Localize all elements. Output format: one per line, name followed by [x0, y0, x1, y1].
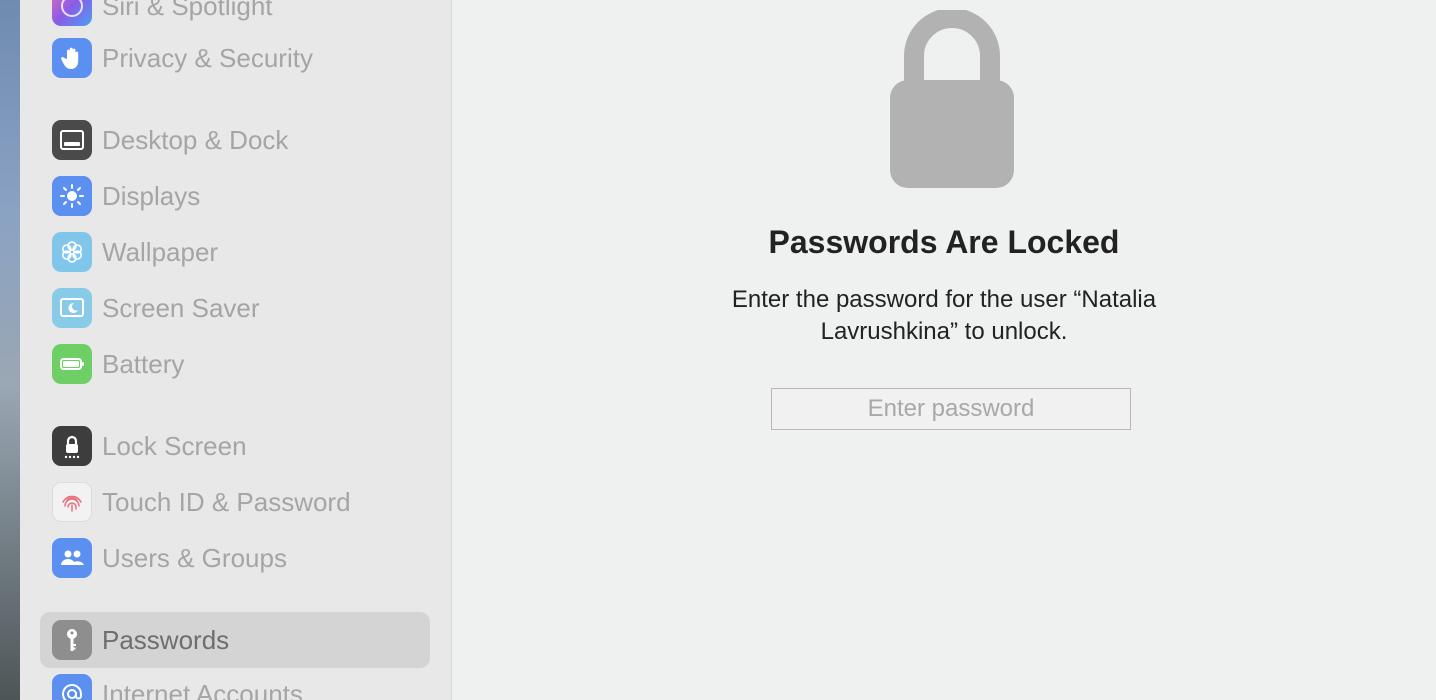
sidebar-item-label: Battery: [102, 348, 185, 379]
sidebar-item-screen-saver[interactable]: Screen Saver: [40, 280, 430, 336]
sidebar-item-touch-id-password[interactable]: Touch ID & Password: [40, 474, 430, 530]
sidebar-item-users-groups[interactable]: Users & Groups: [40, 530, 430, 586]
users-icon: [52, 538, 92, 578]
password-field[interactable]: [771, 388, 1131, 430]
sidebar-item-label: Wallpaper: [102, 236, 219, 267]
sidebar-item-internet-accounts[interactable]: Internet Accounts: [40, 666, 430, 700]
sidebar-item-label: Lock Screen: [102, 430, 247, 461]
sidebar-item-privacy-security[interactable]: Privacy & Security: [40, 30, 430, 86]
battery-icon: [52, 344, 92, 384]
sidebar-item-label: Users & Groups: [102, 542, 287, 573]
sidebar-item-battery[interactable]: Battery: [40, 336, 430, 392]
padlock-icon: [890, 10, 1014, 188]
fingerprint-icon: [52, 482, 92, 522]
sidebar-item-lock-screen[interactable]: Lock Screen: [40, 418, 430, 474]
dock-icon: [52, 120, 92, 160]
sidebar-item-passwords[interactable]: Passwords: [40, 612, 430, 668]
sidebar-item-wallpaper[interactable]: Wallpaper: [40, 224, 430, 280]
flower-icon: [52, 232, 92, 272]
sidebar-item-desktop-dock[interactable]: Desktop & Dock: [40, 112, 430, 168]
screensaver-icon: [52, 288, 92, 328]
page-title: Passwords Are Locked: [768, 224, 1120, 260]
sidebar-item-label: Privacy & Security: [102, 42, 313, 73]
sidebar-item-label: Passwords: [102, 624, 230, 655]
lock-icon: [52, 426, 92, 466]
sidebar-item-label: Siri & Spotlight: [102, 0, 273, 21]
at-icon: [52, 674, 92, 700]
key-icon: [52, 620, 92, 660]
sidebar-item-label: Displays: [102, 180, 201, 211]
hand-icon: [52, 38, 92, 78]
siri-icon: [52, 0, 92, 26]
sidebar-item-label: Desktop & Dock: [102, 124, 289, 155]
sidebar-item-label: Screen Saver: [102, 292, 260, 323]
desktop-background: [0, 0, 20, 700]
sidebar-item-siri-spotlight[interactable]: Siri & Spotlight: [40, 0, 430, 34]
sidebar-item-label: Internet Accounts: [102, 678, 303, 700]
unlock-instructions: Enter the password for the user “Natalia…: [731, 286, 1157, 345]
sidebar-item-displays[interactable]: Displays: [40, 168, 430, 224]
sidebar-item-label: Touch ID & Password: [102, 486, 351, 517]
passwords-locked-pane: Passwords Are Locked Enter the password …: [452, 0, 1436, 700]
sun-icon: [52, 176, 92, 216]
settings-sidebar: Siri & Spotlight Privacy & Security Desk…: [20, 0, 452, 700]
